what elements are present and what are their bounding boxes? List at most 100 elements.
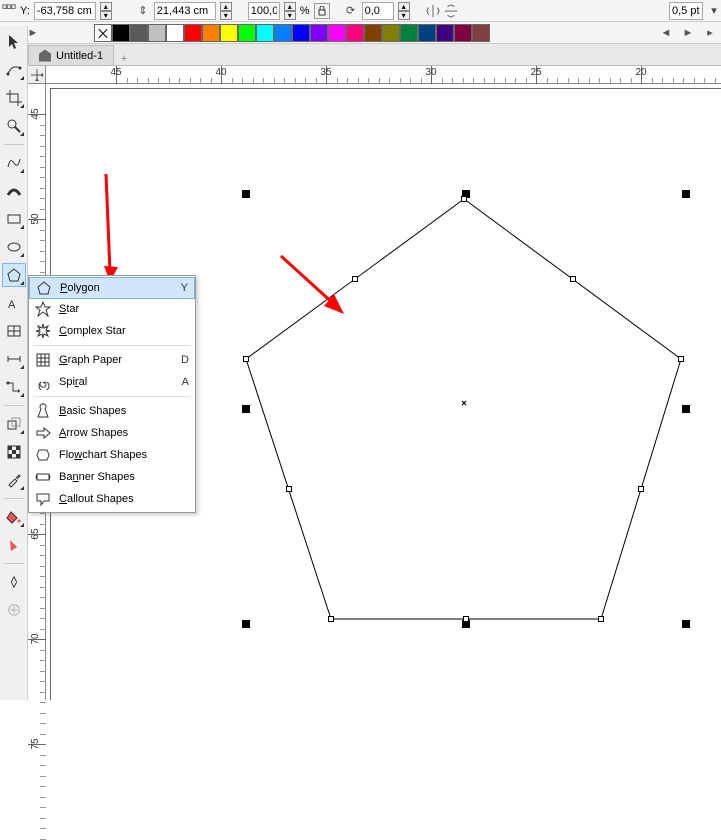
- color-swatch[interactable]: [202, 24, 220, 42]
- selection-handle[interactable]: [682, 405, 690, 413]
- palette-scroll-left-icon[interactable]: ◄: [655, 23, 677, 43]
- color-swatch[interactable]: [256, 24, 274, 42]
- color-swatch[interactable]: [436, 24, 454, 42]
- flyout-item-label: Basic Shapes: [59, 405, 189, 417]
- palette-more-icon[interactable]: ▸: [699, 23, 721, 43]
- color-swatch[interactable]: [364, 24, 382, 42]
- vertex-node[interactable]: [328, 616, 334, 622]
- svg-text:A: A: [8, 299, 16, 311]
- edge-node[interactable]: [570, 276, 576, 282]
- pick-tool[interactable]: [2, 30, 26, 54]
- flyout-item-basic[interactable]: Basic Shapes: [29, 400, 195, 422]
- vertex-node[interactable]: [461, 196, 467, 202]
- color-swatch[interactable]: [346, 24, 364, 42]
- color-swatch[interactable]: [328, 24, 346, 42]
- color-swatch[interactable]: [166, 24, 184, 42]
- crop-tool[interactable]: [2, 86, 26, 110]
- pct-input[interactable]: [248, 2, 280, 20]
- flyout-item-label: Complex Star: [59, 325, 189, 337]
- color-swatch[interactable]: [274, 24, 292, 42]
- graph-icon: [35, 352, 51, 368]
- lock-aspect-button[interactable]: [314, 3, 330, 19]
- flyout-item-polygon[interactable]: PolygonY: [29, 277, 195, 299]
- color-swatch[interactable]: [472, 24, 490, 42]
- color-swatch[interactable]: [184, 24, 202, 42]
- mirror-h-icon[interactable]: [426, 4, 440, 18]
- color-swatch[interactable]: [292, 24, 310, 42]
- flyout-item-callout[interactable]: Callout Shapes: [29, 488, 195, 510]
- quick-customize-button[interactable]: [2, 598, 26, 622]
- ruler-origin[interactable]: [28, 66, 46, 84]
- flyout-item-star[interactable]: Star: [29, 298, 195, 320]
- color-swatch[interactable]: [454, 24, 472, 42]
- flyout-item-spiral[interactable]: SpiralA: [29, 371, 195, 393]
- palette-scroll-right-icon[interactable]: ►: [677, 23, 699, 43]
- outline-pen-tool[interactable]: [2, 570, 26, 594]
- text-tool[interactable]: A: [2, 291, 26, 315]
- pct-spinner[interactable]: ▴▾: [284, 2, 296, 20]
- color-palette[interactable]: [112, 24, 490, 42]
- selection-handle[interactable]: [242, 405, 250, 413]
- color-swatch[interactable]: [130, 24, 148, 42]
- effects-tool[interactable]: [2, 412, 26, 436]
- shortcut-label: D: [181, 354, 189, 366]
- table-tool[interactable]: [2, 319, 26, 343]
- fill-tool[interactable]: [2, 505, 26, 529]
- color-swatch[interactable]: [220, 24, 238, 42]
- center-marker: ×: [461, 399, 467, 410]
- edge-node[interactable]: [638, 486, 644, 492]
- separator: [4, 144, 24, 145]
- y-spinner[interactable]: ▴▾: [100, 2, 112, 20]
- transparency-tool[interactable]: [2, 440, 26, 464]
- flyout-item-label: Banner Shapes: [59, 471, 189, 483]
- stroke-input[interactable]: [669, 2, 703, 20]
- selection-handle[interactable]: [682, 190, 690, 198]
- edge-node[interactable]: [286, 486, 292, 492]
- ruler-horizontal[interactable]: 45403530252015: [46, 66, 721, 84]
- eyedropper-tool[interactable]: [2, 468, 26, 492]
- h-input[interactable]: [154, 2, 216, 20]
- vertex-node[interactable]: [678, 356, 684, 362]
- color-swatch[interactable]: [310, 24, 328, 42]
- artistic-media-tool[interactable]: [2, 179, 26, 203]
- y-input[interactable]: [34, 2, 96, 20]
- edge-node[interactable]: [352, 276, 358, 282]
- selection-handle[interactable]: [242, 190, 250, 198]
- color-swatch[interactable]: [112, 24, 130, 42]
- flyout-item-arrow[interactable]: Arrow Shapes: [29, 422, 195, 444]
- connector-tool[interactable]: [2, 375, 26, 399]
- color-swatch[interactable]: [400, 24, 418, 42]
- ellipse-tool[interactable]: [2, 235, 26, 259]
- selection-handle[interactable]: [682, 620, 690, 628]
- new-tab-button[interactable]: +: [114, 53, 134, 65]
- flyout-item-graph[interactable]: Graph PaperD: [29, 349, 195, 371]
- flyout-item-banner[interactable]: Banner Shapes: [29, 466, 195, 488]
- color-swatch[interactable]: [418, 24, 436, 42]
- polygon-tool[interactable]: [2, 263, 26, 287]
- flyout-item-flow[interactable]: Flowchart Shapes: [29, 444, 195, 466]
- edge-node[interactable]: [463, 616, 469, 622]
- shape-edit-tool[interactable]: [2, 58, 26, 82]
- no-fill-swatch[interactable]: [94, 24, 112, 42]
- flyout-item-complex-star[interactable]: Complex Star: [29, 320, 195, 342]
- color-swatch[interactable]: [148, 24, 166, 42]
- stroke-drop-icon[interactable]: ▾: [707, 4, 721, 18]
- color-swatch[interactable]: [238, 24, 256, 42]
- tab-untitled-1[interactable]: Untitled-1: [28, 45, 114, 65]
- selection-handle[interactable]: [242, 620, 250, 628]
- freehand-tool[interactable]: [2, 151, 26, 175]
- angle-input[interactable]: [362, 2, 394, 20]
- vertex-node[interactable]: [598, 616, 604, 622]
- separator: [4, 405, 24, 406]
- h-spinner[interactable]: ▴▾: [220, 2, 232, 20]
- rectangle-tool[interactable]: [2, 207, 26, 231]
- color-swatch[interactable]: [382, 24, 400, 42]
- shortcut-label: Y: [181, 282, 188, 294]
- height-icon: ⇕: [136, 4, 150, 18]
- vertex-node[interactable]: [243, 356, 249, 362]
- angle-spinner[interactable]: ▴▾: [398, 2, 410, 20]
- zoom-tool[interactable]: [2, 114, 26, 138]
- dimension-tool[interactable]: [2, 347, 26, 371]
- smart-fill-tool[interactable]: [2, 533, 26, 557]
- mirror-v-icon[interactable]: [444, 4, 458, 18]
